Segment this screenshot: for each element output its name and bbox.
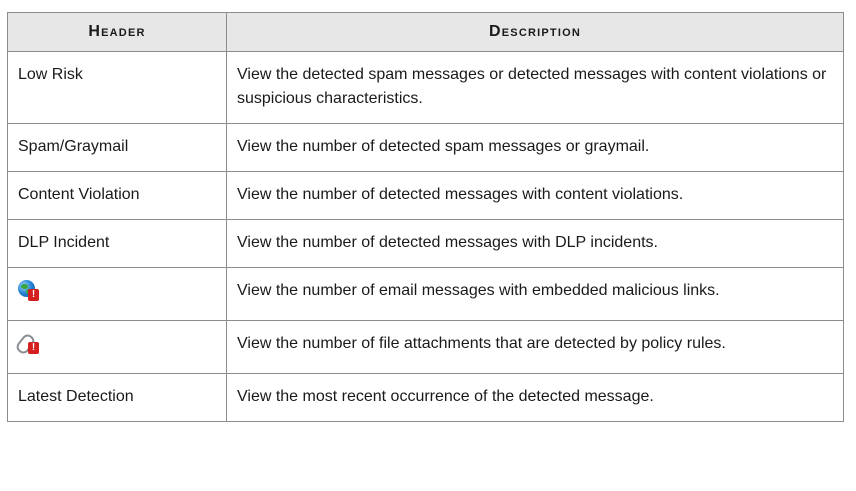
table-row: ! View the number of file attachments th… — [7, 320, 844, 374]
row-description: View the number of detected messages wit… — [226, 219, 844, 268]
reference-table: Header Description Low Risk View the det… — [7, 12, 844, 422]
row-header-content-violation: Content Violation — [7, 171, 227, 220]
malicious-link-globe-icon: ! — [18, 280, 39, 301]
table-row: DLP Incident View the number of detected… — [7, 219, 844, 268]
row-description: View the number of detected messages wit… — [226, 171, 844, 220]
row-description: View the most recent occurrence of the d… — [226, 373, 844, 422]
row-header-latest-detection: Latest Detection — [7, 373, 227, 422]
table-header-row: Header Description — [7, 12, 844, 52]
column-header-header: Header — [7, 12, 227, 52]
malicious-attachment-paperclip-icon: ! — [14, 332, 39, 356]
row-header-malicious-links: ! — [7, 267, 227, 321]
column-header-description: Description — [226, 12, 844, 52]
table-row: ! View the number of email messages with… — [7, 267, 844, 321]
row-header-low-risk: Low Risk — [7, 51, 227, 124]
row-header-spam-graymail: Spam/Graymail — [7, 123, 227, 172]
table-row: Latest Detection View the most recent oc… — [7, 373, 844, 422]
row-description: View the detected spam messages or detec… — [226, 51, 844, 124]
row-header-dlp-incident: DLP Incident — [7, 219, 227, 268]
row-description: View the number of file attachments that… — [226, 320, 844, 374]
table-row: Spam/Graymail View the number of detecte… — [7, 123, 844, 172]
table-row: Content Violation View the number of det… — [7, 171, 844, 220]
row-header-malicious-attachments: ! — [7, 320, 227, 374]
row-description: View the number of detected spam message… — [226, 123, 844, 172]
row-description: View the number of email messages with e… — [226, 267, 844, 321]
table-row: Low Risk View the detected spam messages… — [7, 51, 844, 124]
